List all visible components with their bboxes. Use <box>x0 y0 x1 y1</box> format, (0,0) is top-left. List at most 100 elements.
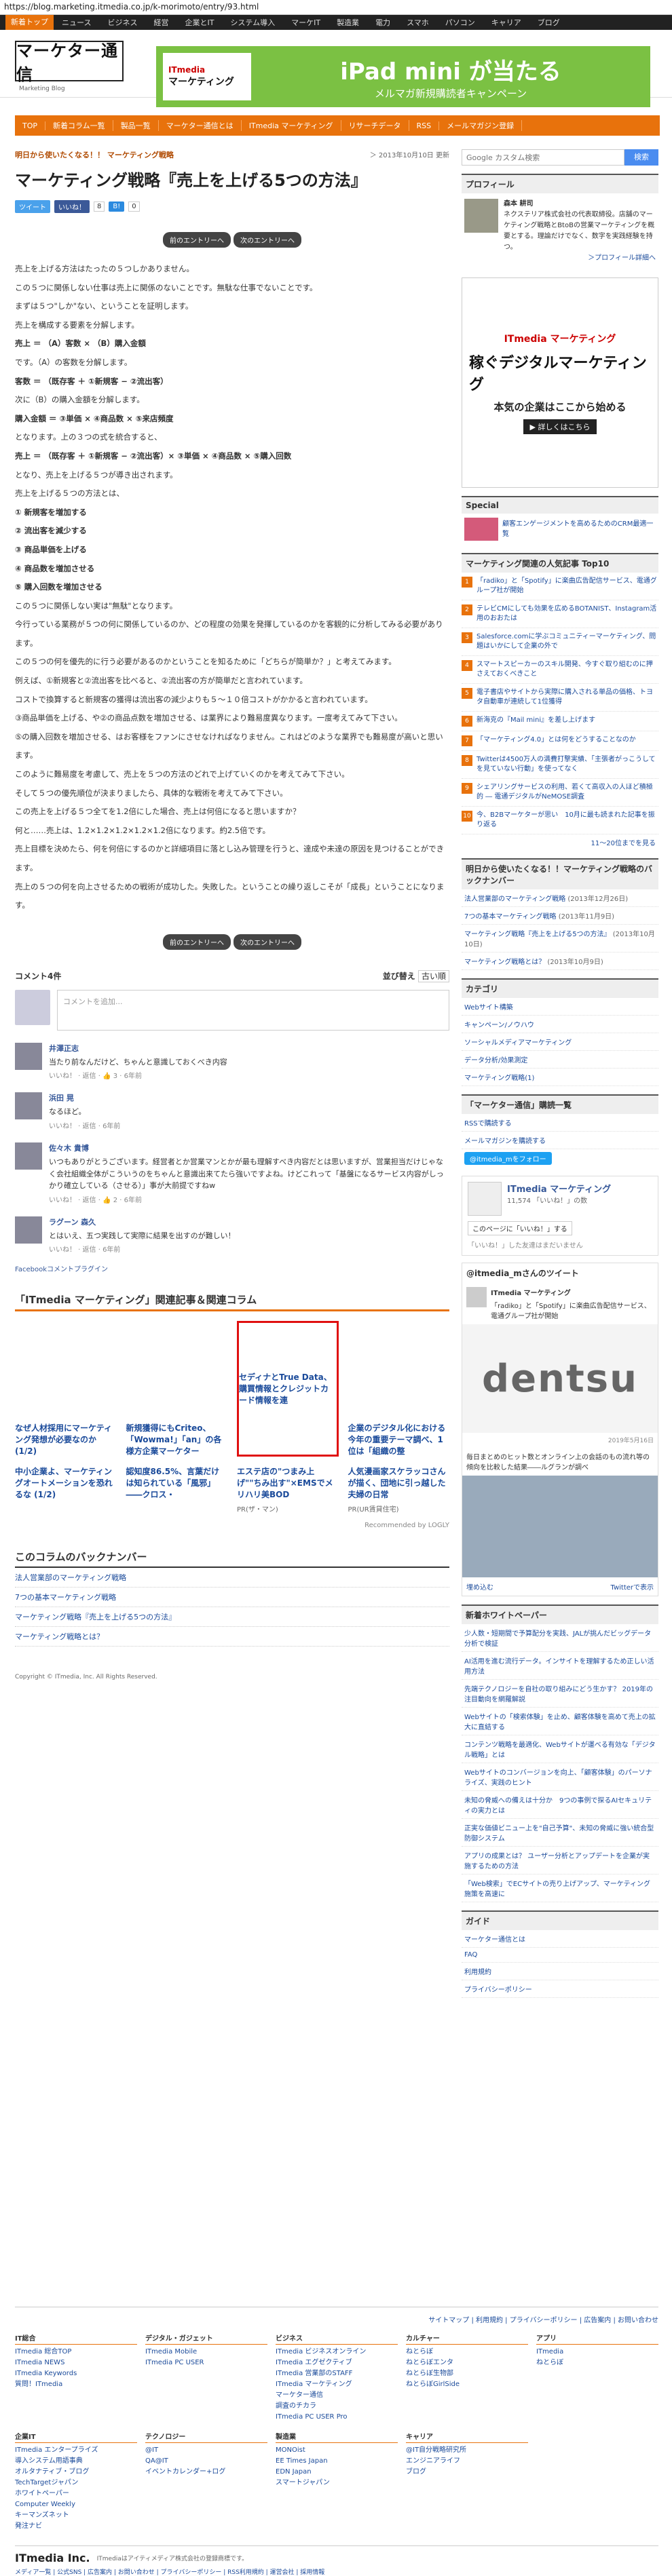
guide-item[interactable]: FAQ <box>462 1948 658 1963</box>
ranking-item[interactable]: 7 「マーケティング4.0」とは何をどうすることなのか <box>462 731 658 751</box>
latest-item[interactable]: 法人営業部のマーケティング戦略 (2013年12月26日) <box>462 889 658 907</box>
whitepaper-item[interactable]: 正実な価値ビニュー上を"自己予算"、未知の脅威に強い統合型防御システム <box>462 1819 658 1847</box>
footer-link[interactable]: ねとらぼ生物部 <box>406 2368 528 2379</box>
related-card[interactable]: 認知度86.5%、言葉だけは知られている「風邪」――クロス・ <box>126 1466 228 1513</box>
comment-meta[interactable]: いいね！ · 返信 · 6年前 <box>49 1120 120 1130</box>
backnumber-item[interactable]: マーケティング戦略とは？ <box>15 1627 449 1647</box>
comment-author[interactable]: 井澤正志 <box>49 1043 227 1054</box>
comment-meta[interactable]: いいね！ · 返信 · 👍 2 · 6年前 <box>49 1194 449 1204</box>
search-button[interactable]: 検索 <box>624 149 658 166</box>
footer-link[interactable]: マーケター通信 <box>276 2390 398 2401</box>
footer-link[interactable]: ブログ <box>406 2467 528 2478</box>
topnav-item[interactable]: マーケIT <box>283 17 329 28</box>
footer-sub-links[interactable]: メディア一覧 | 公式SNS | 広告案内 | お問い合わせ | プライバシーポ… <box>15 2567 658 2576</box>
topnav-item[interactable]: ブログ <box>529 17 568 28</box>
topnav-item[interactable]: 製造業 <box>329 17 367 28</box>
special-thumb[interactable] <box>464 518 498 541</box>
ranking-item[interactable]: 3 Salesforce.comに学ぶコミュニティーマーケティング、問題はいかにし… <box>462 628 658 656</box>
rss-item[interactable]: RSSで購読する <box>462 1114 658 1132</box>
ranking-item[interactable]: 10 今、B2Bマーケターが思い 10月に最も読まれた記事を振り返る <box>462 807 658 834</box>
latest-item[interactable]: マーケティング戦略とは？ (2013年10月9日) <box>462 953 658 970</box>
related-card[interactable]: なぜ人材採用にマーケティング発想が必要なのか (1/2) <box>15 1321 117 1457</box>
topnav-item[interactable]: ニュース <box>54 17 99 28</box>
footer-link[interactable]: ねとらぼ <box>536 2358 658 2368</box>
footer-link[interactable]: 質問！ITmedia <box>15 2379 137 2390</box>
footer-link[interactable]: ホワイトペーパー <box>15 2488 137 2499</box>
ranking-more-link[interactable]: 11〜20位までを見る <box>462 834 658 850</box>
related-card-title[interactable]: 認知度86.5%、言葉だけは知られている「風邪」――クロス・ <box>126 1466 228 1500</box>
guide-item[interactable]: プライバシーポリシー <box>462 1980 658 1998</box>
topnav-item[interactable]: 電力 <box>367 17 398 28</box>
ranking-link[interactable]: Salesforce.comに学ぶコミュニティーマーケティング、問題はいかにして… <box>477 632 658 651</box>
footer-link[interactable]: エンジニアライフ <box>406 2456 528 2467</box>
footer-link[interactable]: ITmedia PC USER Pro <box>276 2412 398 2423</box>
topnav-item[interactable]: キャリア <box>483 17 529 28</box>
ad-cta[interactable]: ▶ 詳しくはこちら <box>523 419 597 434</box>
footer-link[interactable]: ねとらぼGirlSide <box>406 2379 528 2390</box>
related-card-title[interactable]: 人気漫画家スケラッコさんが描く、団地に引っ越した夫婦の日常 <box>348 1466 450 1500</box>
like-button[interactable]: いいね！ <box>54 200 90 213</box>
tweet-image[interactable]: dentsu <box>462 1324 658 1433</box>
fb-like-button[interactable]: このページに「いいね！」する <box>468 1221 572 1235</box>
topnav-item[interactable]: 経営 <box>145 17 176 28</box>
ranking-link[interactable]: 新海克の『Mail mini』を差し上げます <box>477 716 595 727</box>
recommended-by[interactable]: Recommended by LOGLY <box>15 1522 449 1529</box>
footer-link[interactable]: ITmedia 営業部のSTAFF <box>276 2368 398 2379</box>
comment-plugin-label[interactable]: Facebookコメントプラグイン <box>15 1263 449 1273</box>
catnav-item[interactable]: RSS <box>409 121 440 130</box>
rss-item[interactable]: メールマガジンを購読する <box>462 1132 658 1149</box>
related-card[interactable]: 人気漫画家スケラッコさんが描く、団地に引っ越した夫婦の日常 PR(UR賃貸住宅) <box>348 1466 450 1513</box>
ranking-link[interactable]: 電子書店やサイトから実際に購入される単品の価格、トヨタ自動車が連続して1位獲得 <box>477 688 658 707</box>
hatena-button[interactable]: B! <box>109 201 125 212</box>
footer-link[interactable]: ITmedia NEWS <box>15 2358 137 2368</box>
ranking-link[interactable]: 「radiko」と「Spotify」に楽曲広告配信サービス、電通グループ社が開始 <box>477 577 658 596</box>
special-link[interactable]: 顧客エンゲージメントを高めるためのCRM最適一覧 <box>502 518 656 541</box>
footer-link[interactable]: ITmedia エグゼクティブ <box>276 2358 398 2368</box>
related-card[interactable]: エステ店の"つまみ上げ""ちみ出す"×EMSでメリハリ美BOD PR(ザ・マン) <box>237 1466 339 1513</box>
whitepaper-item[interactable]: コンテンツ戦略を最適化、Webサイトが運べる有効な「デジタル戦略」とは <box>462 1735 658 1763</box>
sidebar-ad[interactable]: ITmedia マーケティング 稼ぐデジタルマーケティング 本気の企業はここから… <box>462 277 658 488</box>
whitepaper-item[interactable]: 先端テクノロジーを自社の取り組みにどう生かす？ 2019年の注目動向を網羅解説 <box>462 1680 658 1708</box>
tweet-image-2[interactable] <box>462 1476 658 1577</box>
category-item[interactable]: Webサイト構築 <box>462 998 658 1016</box>
related-card[interactable]: 中小企業よ、マーケティングオートメーションを恐れるな (1/2) <box>15 1466 117 1513</box>
catnav-item[interactable]: メールマガジン登録 <box>439 120 523 131</box>
whitepaper-item[interactable]: Webサイトの「検索体験」を止め、顧客体験を高めて売上の拡大に直結する <box>462 1708 658 1735</box>
footer-links[interactable]: サイトマップ | 利用規約 | プライバシーポリシー | 広告案内 | お問い合… <box>15 2314 658 2324</box>
twitter-view-link[interactable]: Twitterで表示 <box>610 1581 654 1592</box>
topnav-item[interactable]: 新着トップ <box>5 15 54 30</box>
ranking-item[interactable]: 1 「radiko」と「Spotify」に楽曲広告配信サービス、電通グループ社が開… <box>462 573 658 600</box>
ranking-link[interactable]: スマートスピーカーのスキル開発、今すぐ取り組むのに押さえておくべきこと <box>477 660 658 679</box>
footer-link[interactable]: ITmedia Mobile <box>145 2347 267 2358</box>
category-item[interactable]: キャンペーン/ノウハウ <box>462 1016 658 1033</box>
backnumber-item[interactable]: 7つの基本マーケティング戦略 <box>15 1588 449 1607</box>
whitepaper-item[interactable]: AI活用を進む流行データ。インサイトを理解するため正しい活用方法 <box>462 1652 658 1680</box>
footer-link[interactable]: MONOist <box>276 2445 398 2456</box>
footer-logo[interactable]: ITmedia Inc. <box>15 2552 90 2564</box>
related-card-title[interactable]: エステ店の"つまみ上げ""ちみ出す"×EMSでメリハリ美BOD <box>237 1466 339 1500</box>
footer-link[interactable]: EDN Japan <box>276 2467 398 2478</box>
topnav-item[interactable]: ビジネス <box>99 17 145 28</box>
footer-link[interactable]: ITmedia マーケティング <box>276 2379 398 2390</box>
tweet-author[interactable]: ITmedia マーケティング <box>491 1287 654 1297</box>
whitepaper-item[interactable]: アプリの成果とは？ ユーザー分析とアップデートを企業が実施するための方法 <box>462 1847 658 1875</box>
ranking-item[interactable]: 5 電子書店やサイトから実際に購入される単品の価格、トヨタ自動車が連続して1位獲得 <box>462 684 658 712</box>
footer-link[interactable]: @IT自分戦略研究所 <box>406 2445 528 2456</box>
footer-link[interactable]: QA@IT <box>145 2456 267 2467</box>
ad-banner[interactable]: ITmedia マーケティング iPad mini が当たる メルマガ新規購読者… <box>156 46 650 107</box>
latest-item[interactable]: 7つの基本マーケティング戦略 (2013年11月9日) <box>462 907 658 925</box>
ranking-item[interactable]: 9 シェアリングサービスの利用、若くて高収入の人ほど積極的 ― 電通デジタルがNe… <box>462 779 658 807</box>
category-item[interactable]: マーケティング戦略(1) <box>462 1069 658 1086</box>
search-input[interactable] <box>462 149 624 166</box>
topnav-item[interactable]: 企業とIT <box>176 17 222 28</box>
footer-link[interactable]: ITmedia 総合TOP <box>15 2347 137 2358</box>
footer-link[interactable]: @IT <box>145 2445 267 2456</box>
footer-link[interactable]: ITmedia Keywords <box>15 2368 137 2379</box>
ranking-link[interactable]: テレビCMにしても効果を広めるBOTANIST、Instagram活用のおおたは <box>477 604 658 623</box>
comments-sort[interactable]: 並び替え 古い順 <box>383 969 449 982</box>
catnav-item[interactable]: リサーチデータ <box>341 120 409 131</box>
footer-link[interactable]: イベントカレンダー+ログ <box>145 2467 267 2478</box>
related-card-title[interactable]: 中小企業よ、マーケティングオートメーションを恐れるな (1/2) <box>15 1466 117 1500</box>
topnav-item[interactable]: システム導入 <box>222 17 283 28</box>
footer-link[interactable]: スマートジャパン <box>276 2478 398 2488</box>
